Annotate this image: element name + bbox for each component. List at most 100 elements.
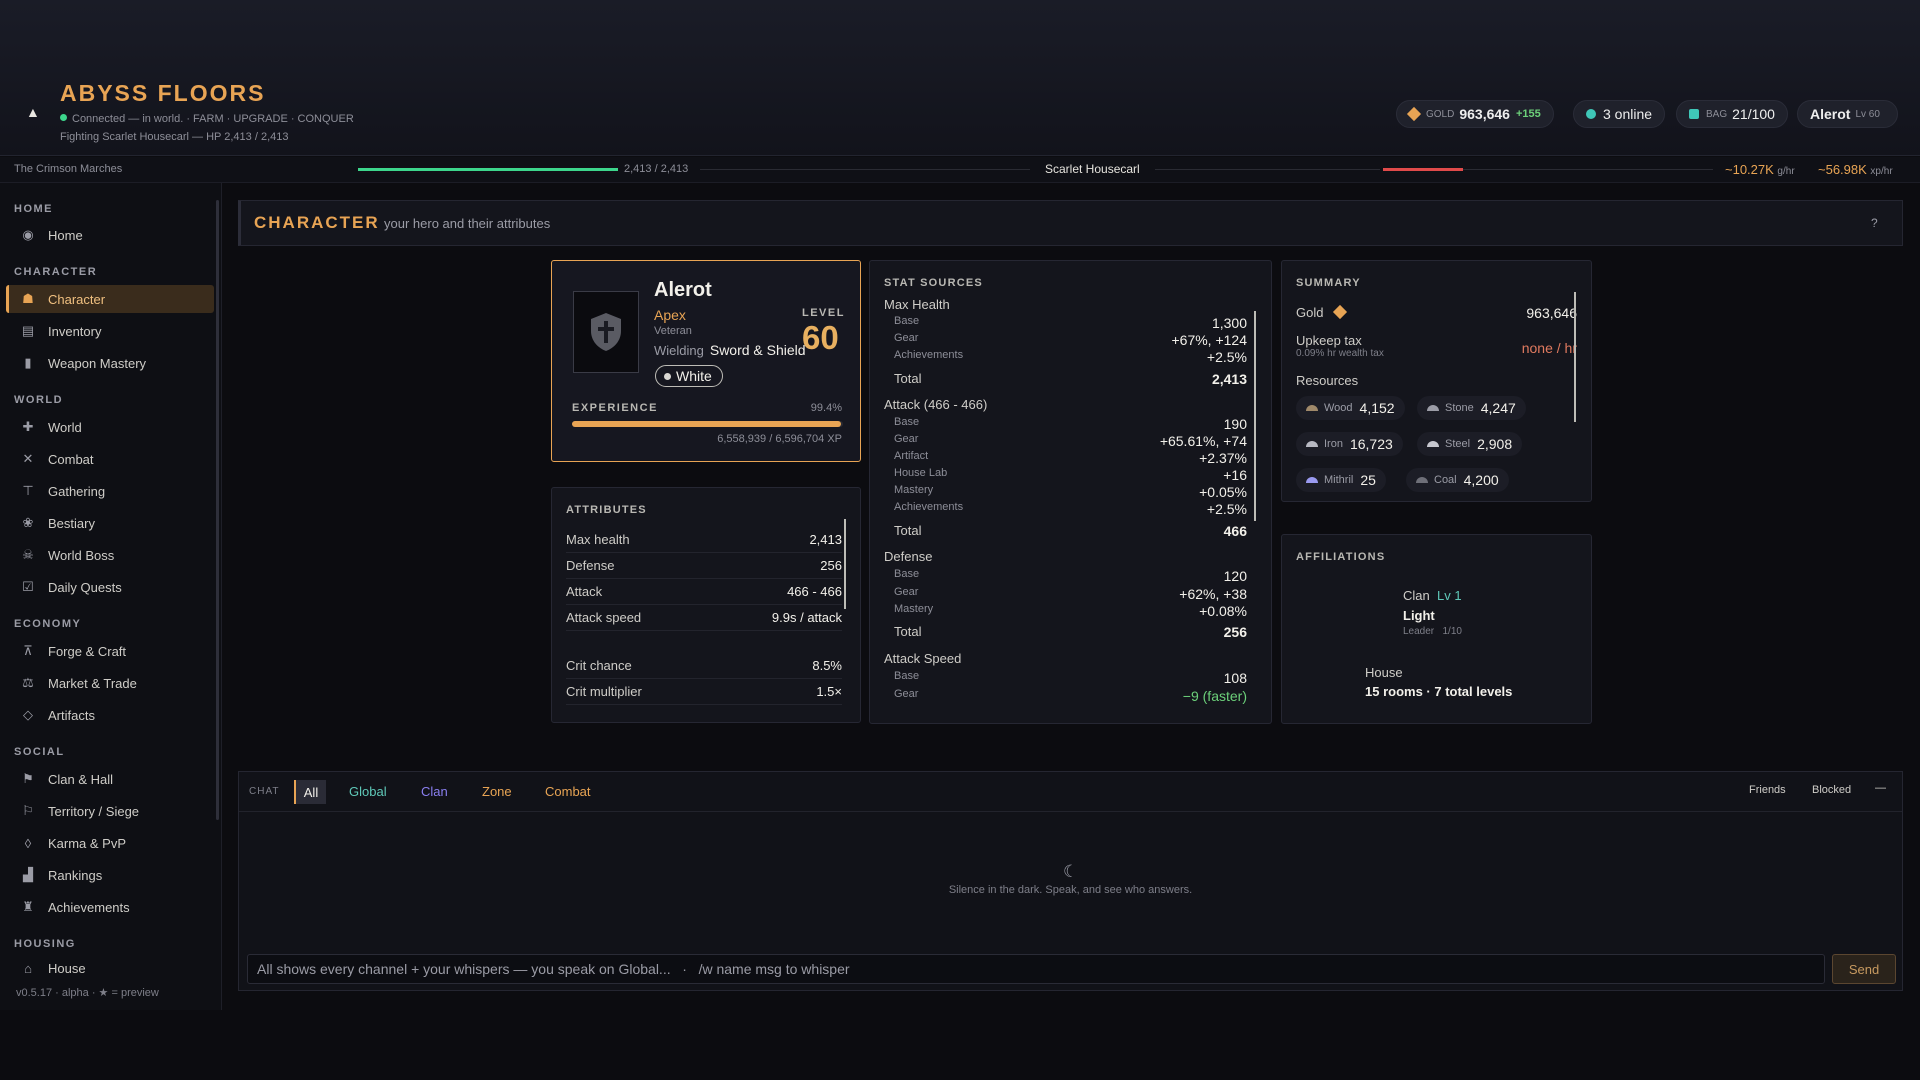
stat-source: Base	[894, 568, 920, 580]
sidebar-item-market-trade[interactable]: ⚖ Market & Trade	[6, 669, 214, 697]
combat-status-bar: The Crimson Marches 2,413 / 2,413 Scarle…	[0, 157, 1920, 183]
attribute-name: Crit chance	[566, 658, 632, 673]
xp-rate-value: ~56.98K	[1818, 162, 1867, 177]
sidebar-item-label: Bestiary	[48, 515, 95, 531]
stat-source: Gear	[894, 688, 919, 700]
resource-value: 25	[1360, 472, 1376, 488]
chat-input[interactable]	[247, 954, 1825, 984]
gold-label: GOLD	[1426, 108, 1455, 120]
level-label: LEVEL	[802, 307, 845, 319]
sidebar-item-forge-craft[interactable]: ⊼ Forge & Craft	[6, 637, 214, 665]
sidebar-item-label: Inventory	[48, 323, 102, 339]
send-button[interactable]: Send	[1832, 954, 1896, 984]
wood-icon	[1306, 405, 1318, 411]
stat-source: Achievements	[894, 349, 964, 361]
chat-label: CHAT	[249, 786, 280, 797]
shield-icon	[591, 313, 621, 351]
blocked-button[interactable]: Blocked	[1812, 784, 1851, 796]
alignment-badge: White	[655, 365, 723, 387]
sidebar-item-daily-quests[interactable]: ☑ Daily Quests	[6, 573, 214, 601]
gold-rate-unit: g/hr	[1777, 166, 1795, 177]
bag-pill[interactable]: BAG 21/100	[1676, 100, 1788, 128]
sidebar-item-character[interactable]: ☗ Character	[6, 285, 214, 313]
sidebar-item-territory-siege[interactable]: ⚐ Territory / Siege	[6, 797, 214, 825]
section-world: WORLD	[14, 394, 64, 406]
resource-value: 4,200	[1463, 472, 1499, 488]
resource-value: 16,723	[1349, 436, 1393, 452]
attribute-row: Defense 256	[566, 553, 842, 579]
sidebar-item-karma-pvp[interactable]: ◊ Karma & PvP	[6, 829, 214, 857]
chat-tab-zone[interactable]: Zone	[482, 784, 512, 799]
player-pill[interactable]: Alerot Lv 60	[1797, 100, 1898, 128]
sidebar-item-label: Market & Trade	[48, 675, 137, 691]
sidebar-item-artifacts[interactable]: ◇ Artifacts	[6, 701, 214, 729]
summary-scrollbar[interactable]	[1574, 292, 1576, 422]
sidebar-item-world-boss[interactable]: ☠ World Boss	[6, 541, 214, 569]
chat-tab-all[interactable]: All	[294, 780, 326, 804]
gold-value: 963,646	[1459, 106, 1510, 122]
online-pill[interactable]: 3 online	[1573, 100, 1666, 128]
sidebar-item-inventory[interactable]: ▤ Inventory	[6, 317, 214, 345]
summary-card: SUMMARY Gold 963,646 Upkeep tax 0.09% hr…	[1281, 260, 1592, 502]
chat-empty-message: Silence in the dark. Speak, and see who …	[948, 884, 1193, 896]
attributes-card: ATTRIBUTES Max health 2,413 Defense 256 At…	[551, 487, 861, 723]
help-button[interactable]: ?	[1871, 216, 1878, 230]
sidebar-item-combat[interactable]: ✕ Combat	[6, 445, 214, 473]
chat-tab-clan[interactable]: Clan	[421, 784, 448, 799]
stat-group-name: Attack Speed	[884, 651, 962, 666]
drop-icon: ◊	[24, 835, 32, 851]
stat-value: +0.08%	[1199, 603, 1247, 619]
sidebar-item-world[interactable]: ✚ World	[6, 413, 214, 441]
attributes-scrollbar[interactable]	[844, 519, 846, 609]
stat-source: Base	[894, 670, 920, 682]
summary-gold-value: 963,646	[1526, 305, 1577, 321]
resource-chip-steel: Steel 2,908	[1417, 432, 1523, 456]
sidebar-scrollbar[interactable]	[216, 200, 219, 820]
sidebar-item-label: House	[48, 960, 86, 976]
stat-sources-scrollbar[interactable]	[1254, 311, 1256, 521]
collapse-triangle-icon[interactable]: ▲	[26, 104, 42, 120]
clan-name[interactable]: Light	[1403, 608, 1435, 623]
chat-tab-combat[interactable]: Combat	[545, 784, 591, 799]
chat-tabs: CHAT All Global Clan Zone Combat Friends…	[239, 772, 1902, 812]
connection-text: Connected — in world. · FARM · UPGRADE ·…	[72, 113, 354, 125]
sidebar-item-achievements[interactable]: ♜ Achievements	[6, 893, 214, 921]
sidebar-item-label: Karma & PvP	[48, 835, 127, 851]
section-home: HOME	[14, 203, 53, 215]
sidebar-item-rankings[interactable]: ▟ Rankings	[6, 861, 214, 889]
gold-rate: ~10.27K g/hr	[1725, 162, 1795, 177]
stat-total-value: 256	[1223, 624, 1247, 640]
stat-sources-title: STAT SOURCES	[884, 277, 983, 289]
affiliations-card: AFFILIATIONS Clan Lv 1 Light Leader 1/10…	[1281, 534, 1592, 724]
player-hp-text: 2,413 / 2,413	[624, 163, 689, 175]
attribute-value: 8.5%	[812, 658, 842, 673]
iron-icon	[1306, 441, 1318, 447]
sidebar-item-label: Forge & Craft	[48, 643, 127, 659]
section-economy: ECONOMY	[14, 618, 82, 630]
sidebar-item-clan-hall[interactable]: ⚑ Clan & Hall	[6, 765, 214, 793]
upkeep-subtitle: 0.09% hr wealth tax	[1296, 348, 1384, 359]
stat-source: Artifact	[894, 450, 929, 462]
stat-value: 1,300	[1211, 315, 1247, 331]
level-value: 60	[802, 319, 839, 356]
minimize-button[interactable]: —	[1875, 782, 1886, 794]
sidebar-item-house[interactable]: ⌂ House	[6, 957, 214, 979]
attribute-row: Crit chance 8.5%	[566, 653, 842, 679]
sidebar-item-bestiary[interactable]: ❀ Bestiary	[6, 509, 214, 537]
stat-source: Mastery	[894, 603, 934, 615]
sidebar-item-home[interactable]: ◉ Home	[6, 221, 214, 249]
sidebar-item-gathering[interactable]: ⊤ Gathering	[6, 477, 214, 505]
flag-icon: ⚐	[22, 803, 34, 818]
chat-tab-global[interactable]: Global	[349, 784, 387, 799]
gold-rate-value: ~10.27K	[1725, 162, 1774, 177]
sidebar-item-weapon-mastery[interactable]: ▮ Weapon Mastery	[6, 349, 214, 377]
clan-role: Leader	[1403, 626, 1435, 637]
wield-value: Sword & Shield	[709, 342, 806, 358]
stat-total-row: Total 2,413	[894, 371, 1247, 387]
resource-chip-mithril: Mithril 25	[1296, 468, 1386, 492]
version-text: v0.5.17 · alpha · ★ = preview	[16, 987, 159, 999]
player-hp-fill	[358, 168, 618, 171]
resource-chip-coal: Coal 4,200	[1406, 468, 1509, 492]
friends-button[interactable]: Friends	[1749, 784, 1786, 796]
wield-label: Wielding	[654, 343, 704, 358]
